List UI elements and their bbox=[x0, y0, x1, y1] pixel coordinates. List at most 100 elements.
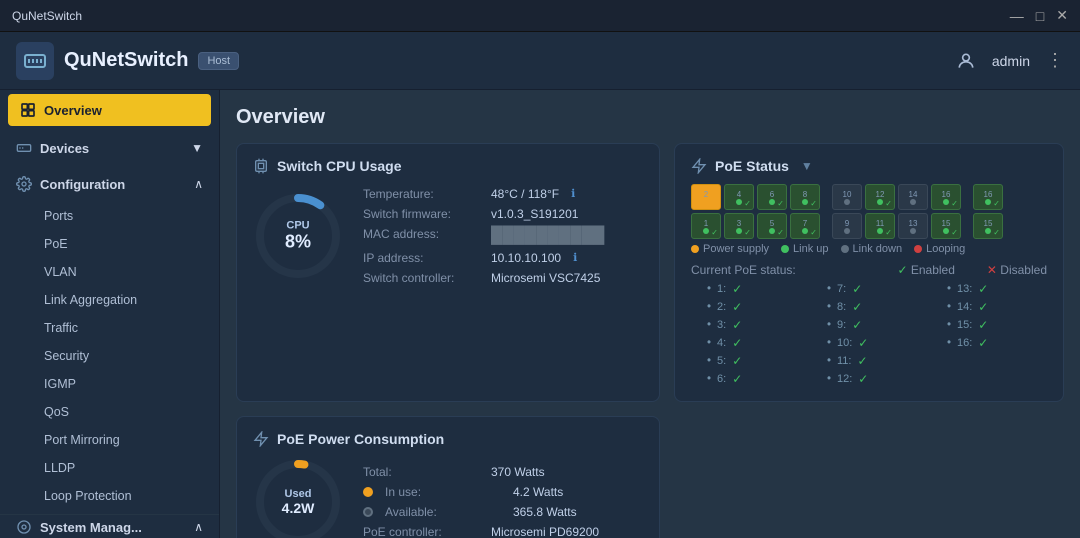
devices-icon bbox=[16, 140, 32, 156]
poe-power-info: Total: 370 Watts In use: 4.2 Watts Avail… bbox=[363, 462, 599, 538]
port-14-dot bbox=[910, 199, 916, 205]
header-menu-button[interactable]: ⋮ bbox=[1046, 50, 1064, 71]
user-icon bbox=[956, 51, 976, 71]
sidebar-item-configuration[interactable]: Configuration ∧ bbox=[0, 166, 219, 202]
sidebar-sub-ports[interactable]: Ports bbox=[44, 202, 219, 230]
port-15[interactable]: 15 bbox=[931, 213, 961, 239]
inuse-label: In use: bbox=[385, 485, 505, 499]
port-9[interactable]: 9 bbox=[832, 213, 862, 239]
available-row: Available: 365.8 Watts bbox=[363, 502, 599, 522]
port-13-dot bbox=[910, 228, 916, 234]
port-6[interactable]: 6 bbox=[757, 184, 787, 210]
poe-controller-value: Microsemi PD69200 bbox=[491, 525, 599, 538]
poe-col-2: •7:✓ •8:✓ •9:✓ •10:✓ •11:✓ •12:✓ bbox=[811, 281, 927, 387]
port-5[interactable]: 5 bbox=[757, 213, 787, 239]
controller-row: Switch controller: Microsemi VSC7425 bbox=[363, 268, 604, 288]
header-right: admin ⋮ bbox=[956, 50, 1064, 71]
port-12[interactable]: 12 bbox=[865, 184, 895, 210]
poe-row-12: •12:✓ bbox=[811, 371, 927, 387]
legend-link-down: Link down bbox=[841, 243, 903, 255]
poe-status-dropdown[interactable]: ▼ bbox=[801, 159, 813, 173]
overview-label: Overview bbox=[44, 103, 199, 118]
poe-power-header: PoE Power Consumption bbox=[253, 431, 643, 447]
mac-value: ██████████ bbox=[491, 227, 604, 245]
port-16top[interactable]: 16 bbox=[931, 184, 961, 210]
port-1[interactable]: 1 bbox=[691, 213, 721, 239]
firmware-label: Switch firmware: bbox=[363, 207, 483, 221]
port-8[interactable]: 8 bbox=[790, 184, 820, 210]
port-1-dot bbox=[703, 228, 709, 234]
enabled-header: ✓ Enabled bbox=[897, 263, 954, 277]
sidebar-sub-poe[interactable]: PoE bbox=[44, 230, 219, 258]
temperature-info-icon[interactable]: ℹ bbox=[571, 187, 575, 201]
sidebar-sub-qos[interactable]: QoS bbox=[44, 398, 219, 426]
system-chevron: ∧ bbox=[194, 520, 203, 534]
port-10[interactable]: 10 bbox=[832, 184, 862, 210]
maximize-button[interactable]: □ bbox=[1036, 8, 1044, 24]
poe-row-8: •8:✓ bbox=[811, 299, 927, 315]
used-value: 4.2W bbox=[282, 500, 315, 516]
sidebar-item-system[interactable]: System Manag... ∧ bbox=[0, 514, 219, 538]
port-7[interactable]: 7 bbox=[790, 213, 820, 239]
current-poe-label: Current PoE status: bbox=[691, 263, 796, 277]
port-row-bottom: 1 3 5 7 bbox=[691, 213, 1047, 239]
sidebar-sub-igmp[interactable]: IGMP bbox=[44, 370, 219, 398]
devices-chevron: ▼ bbox=[191, 141, 203, 155]
poe-power-icon bbox=[253, 431, 269, 447]
devices-label: Devices bbox=[40, 141, 183, 156]
poe-row-14: •14:✓ bbox=[931, 299, 1047, 315]
legend-power-supply: Power supply bbox=[691, 243, 769, 255]
cpu-card: Switch CPU Usage CPU 8% bbox=[236, 143, 660, 402]
legend-dot-green bbox=[781, 245, 789, 253]
poe-power-card: PoE Power Consumption Used 4.2W bbox=[236, 416, 660, 538]
port-16b[interactable]: 16 bbox=[973, 184, 1003, 210]
port-9-dot bbox=[844, 228, 850, 234]
right-spacer bbox=[674, 416, 1064, 538]
legend-dot-red bbox=[914, 245, 922, 253]
port-4[interactable]: 4 bbox=[724, 184, 754, 210]
port-11-dot bbox=[877, 228, 883, 234]
port-11[interactable]: 11 bbox=[865, 213, 895, 239]
poe-gauge: Used 4.2W bbox=[253, 457, 343, 538]
poe-status-table-header: Current PoE status: ✓ Enabled ✕ Disabled bbox=[691, 263, 1047, 277]
port-14[interactable]: 14 bbox=[898, 184, 928, 210]
total-value: 370 Watts bbox=[491, 465, 545, 479]
sidebar-sub-traffic[interactable]: Traffic bbox=[44, 314, 219, 342]
used-text: Used bbox=[282, 488, 315, 500]
sidebar-sub-vlan[interactable]: VLAN bbox=[44, 258, 219, 286]
total-row: Total: 370 Watts bbox=[363, 462, 599, 482]
poe-row-13: •13:✓ bbox=[931, 281, 1047, 297]
mac-label: MAC address: bbox=[363, 227, 483, 245]
admin-name: admin bbox=[992, 53, 1030, 69]
minimize-button[interactable]: — bbox=[1010, 8, 1024, 24]
poe-row-7: •7:✓ bbox=[811, 281, 927, 297]
poe-row-10: •10:✓ bbox=[811, 335, 927, 351]
disabled-header: ✕ Disabled bbox=[987, 263, 1047, 277]
port-3[interactable]: 3 bbox=[724, 213, 754, 239]
poe-status-title: PoE Status bbox=[715, 158, 789, 174]
port-7-dot bbox=[802, 228, 808, 234]
cpu-card-title: Switch CPU Usage bbox=[277, 158, 401, 174]
sidebar-item-devices[interactable]: Devices ▼ bbox=[0, 130, 219, 166]
port-15b[interactable]: 15 bbox=[973, 213, 1003, 239]
legend-looping: Looping bbox=[914, 243, 965, 255]
ip-info-icon[interactable]: ℹ bbox=[573, 251, 577, 265]
poe-row-6: •6:✓ bbox=[691, 371, 807, 387]
sidebar-sub-loop-protection[interactable]: Loop Protection bbox=[44, 482, 219, 510]
sidebar-sub-lldp[interactable]: LLDP bbox=[44, 454, 219, 482]
sidebar-sub-security[interactable]: Security bbox=[44, 342, 219, 370]
ip-label: IP address: bbox=[363, 251, 483, 265]
legend-link-up: Link up bbox=[781, 243, 828, 255]
sidebar: Overview Devices ▼ Configuration ∧ Ports… bbox=[0, 90, 220, 538]
port-2[interactable]: 2 bbox=[691, 184, 721, 210]
sidebar-sub-port-mirroring[interactable]: Port Mirroring bbox=[44, 426, 219, 454]
cpu-text: CPU bbox=[285, 220, 311, 232]
port-13[interactable]: 13 bbox=[898, 213, 928, 239]
poe-col-3: •13:✓ •14:✓ •15:✓ •16:✓ bbox=[931, 281, 1047, 387]
legend-linkdown-label: Link down bbox=[853, 243, 903, 255]
sidebar-sub-link-aggregation[interactable]: Link Aggregation bbox=[44, 286, 219, 314]
poe-row-5: •5:✓ bbox=[691, 353, 807, 369]
poe-row-4: •4:✓ bbox=[691, 335, 807, 351]
close-button[interactable]: ✕ bbox=[1056, 7, 1068, 24]
sidebar-item-overview[interactable]: Overview bbox=[8, 94, 211, 126]
